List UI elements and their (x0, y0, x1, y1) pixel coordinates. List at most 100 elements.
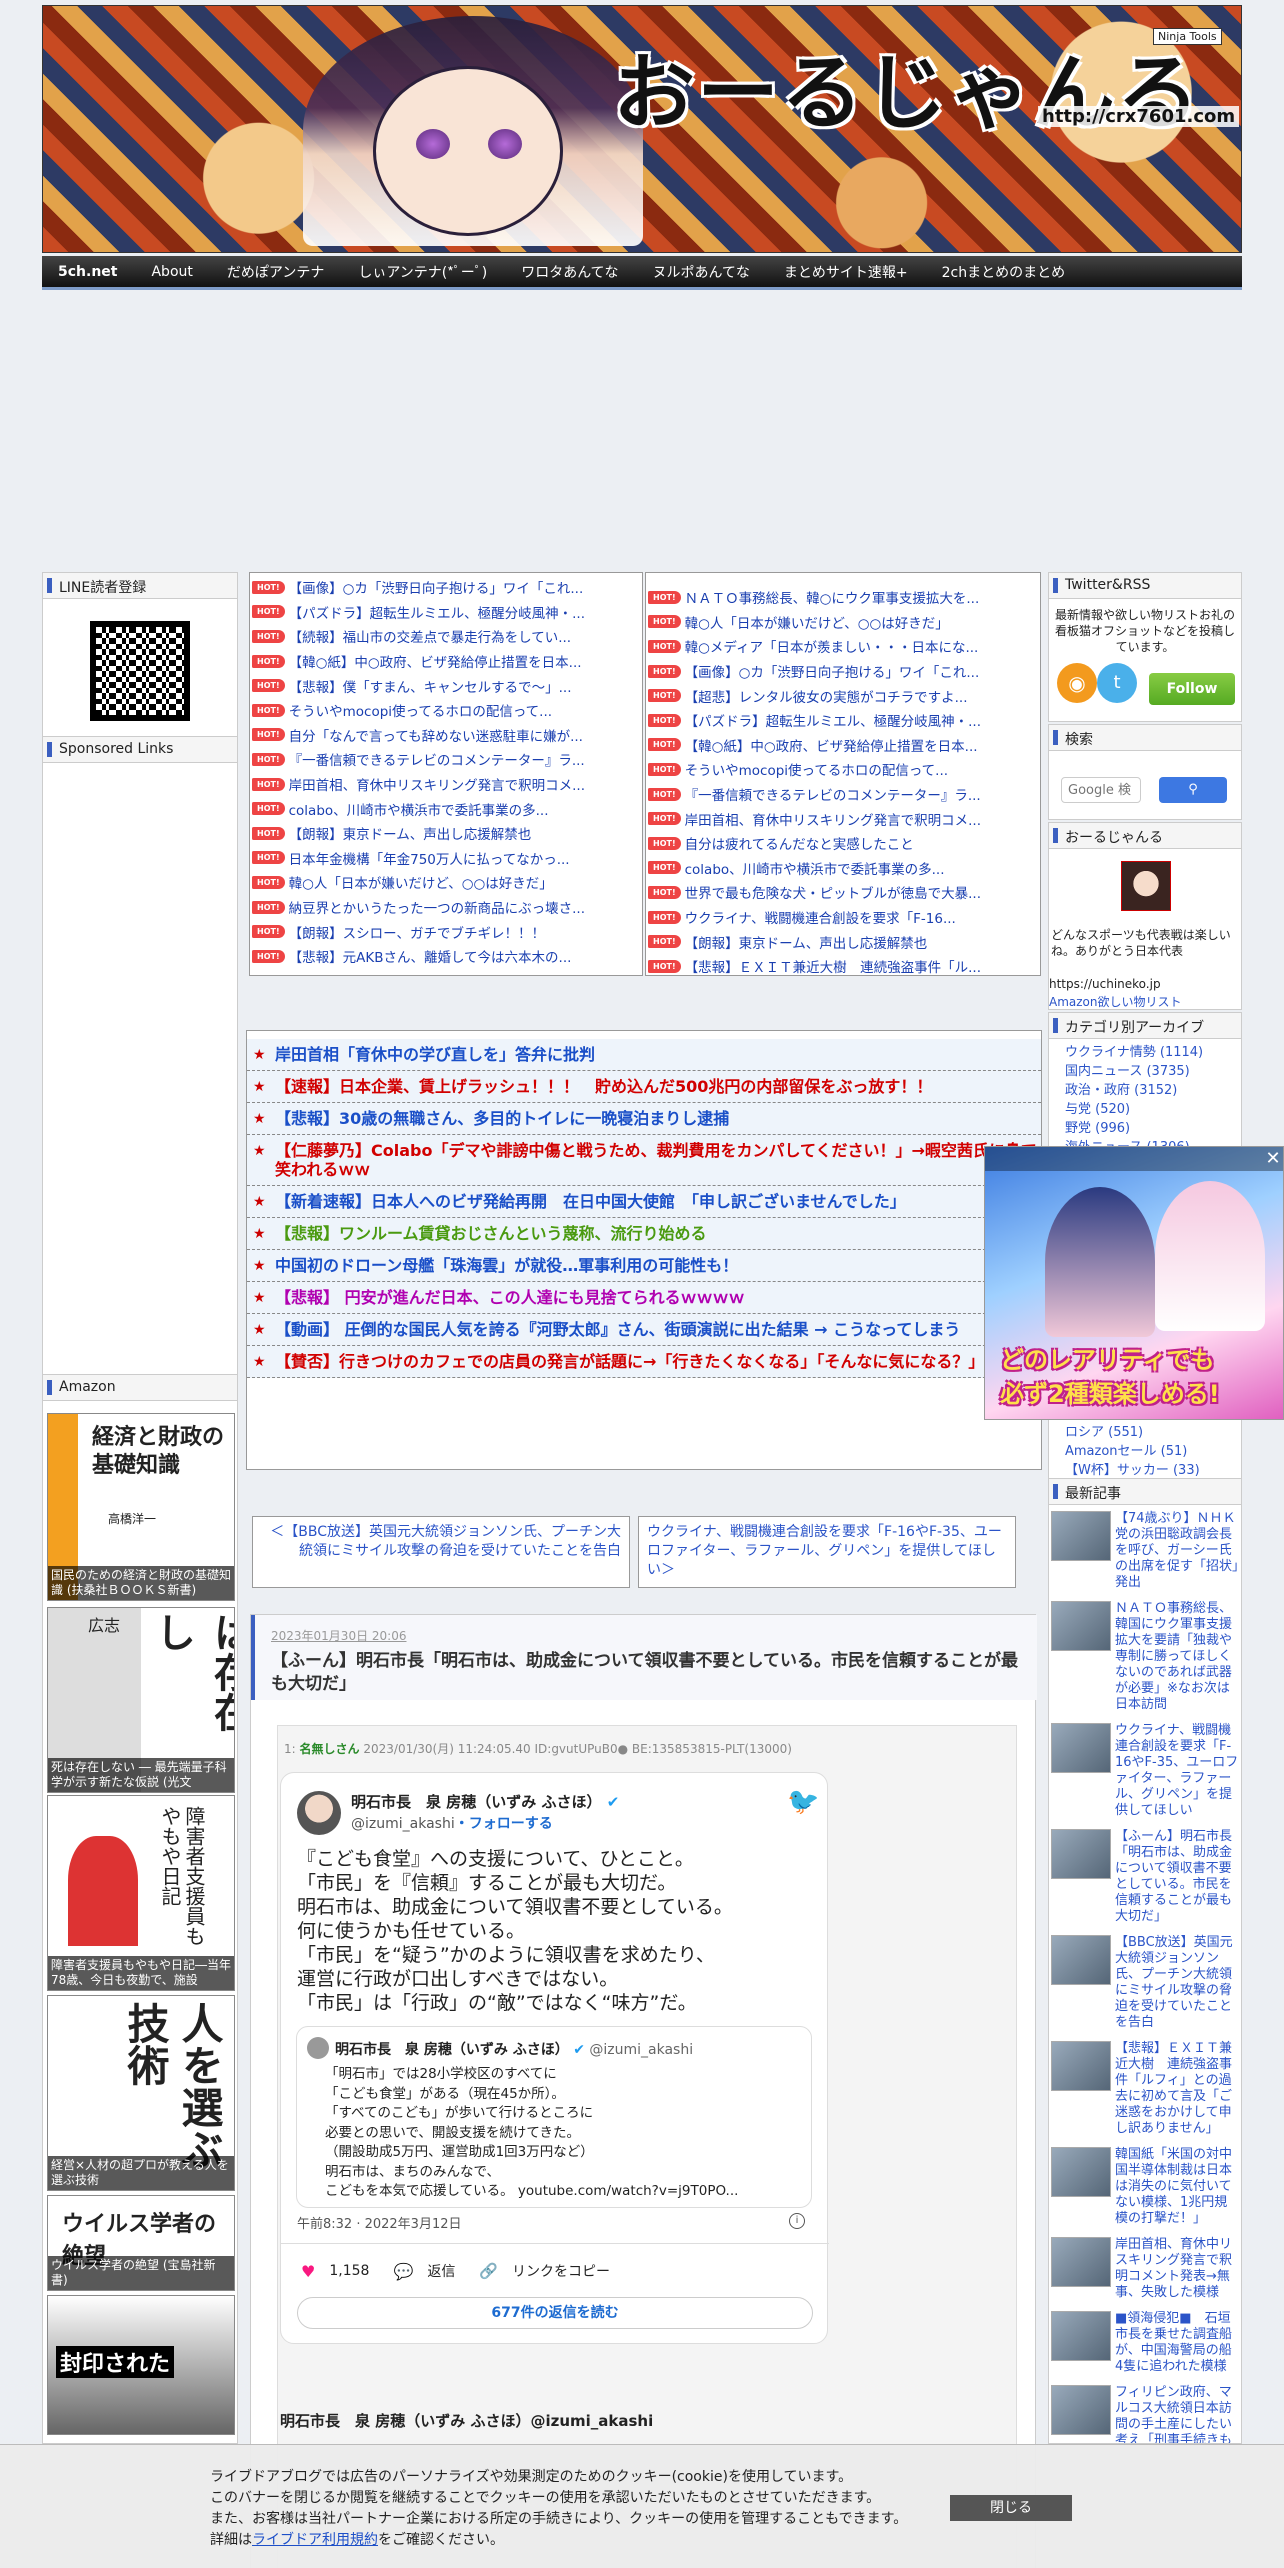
hot-list-item[interactable]: HOT! 【画像】○カ「渋野日向子抱ける」ワイ「これ... (250, 575, 642, 600)
hot-list-item[interactable]: HOT! 【パズドラ】超転生ルミエル、極醒分岐風神・... (646, 708, 1040, 733)
recent-post-item[interactable]: ＮＡＴＯ事務総長、韓国にウク軍事支援拡大を要請「独裁や専制に勝ってほしくないので… (1051, 1601, 1239, 1713)
search-button[interactable]: ⚲ (1159, 777, 1227, 803)
hot-item-title[interactable]: 岸田首相、育休中リスキリング発言で釈明コメ... (685, 809, 981, 829)
nav-2ch-matome[interactable]: 2chまとめのまとめ (942, 262, 1065, 282)
hot-item-title[interactable]: ウクライナ、戦闘機連合創設を要求「F-16... (685, 907, 956, 927)
hot-list-item[interactable]: HOT! 自分は疲れてるんだなと実感したこと (646, 831, 1040, 856)
hot-item-title[interactable]: 【悲報】僕「すまん、キャンセルするで～」... (289, 676, 572, 696)
featured-link[interactable]: 【仁藤夢乃】Colabo「デマや誹謗中傷と戦うため、裁判費用をカンパしてください… (247, 1135, 1041, 1186)
hot-item-title[interactable]: 【韓○紙】中○政府、ビザ発給停止措置を日本... (289, 651, 582, 671)
recent-post-title[interactable]: 韓国紙「米国の対中国半導体制裁は日本は消失のに気付いてない模様、1兆円規模の打撃… (1115, 2147, 1239, 2227)
follow-link[interactable]: ・フォローする (455, 1816, 553, 1832)
hot-item-title[interactable]: 【パズドラ】超転生ルミエル、極醒分岐風神・... (289, 602, 585, 622)
profile-url[interactable]: https://uchineko.jp (1049, 977, 1161, 991)
read-replies-button[interactable]: 677件の返信を読む (297, 2297, 813, 2329)
search-input[interactable] (1061, 777, 1141, 803)
hot-list-item[interactable]: HOT! ウクライナ、戦闘機連合創設を要求「F-16... (646, 905, 1040, 930)
hot-list-item[interactable]: HOT! 【悲報】僕「すまん、キャンセルするで～」... (250, 673, 642, 698)
category-link[interactable]: 政治・政府 (3152) (1065, 1081, 1241, 1100)
hot-list-item[interactable]: HOT! 岸田首相、育休中リスキリング発言で釈明コメ... (250, 772, 642, 797)
recent-post-item[interactable]: ■領海侵犯■ 石垣市長を乗せた調査船が、中国海警局の船4隻に追われた模様 (1051, 2311, 1239, 2375)
recent-post-title[interactable]: 【74歳ぶり】ＮＨＫ党の浜田聡政調会長を呼び、ガーシー氏の出席を促す「招状」発出 (1115, 1511, 1239, 1591)
hot-item-title[interactable]: 【朗報】東京ドーム、声出し応援解禁也 (289, 823, 532, 843)
tweet-avatar[interactable] (297, 1791, 341, 1835)
recent-post-title[interactable]: 【BBC放送】英国元大統領ジョンソン氏、プーチン大統領にミサイル攻撃の脅迫を受け… (1115, 1935, 1239, 2031)
recent-post-item[interactable]: 【ふーん】明石市長「明石市は、助成金について領収書不要としている。市民を信頼する… (1051, 1829, 1239, 1925)
featured-link[interactable]: 岸田首相「育休中の学び直しを」答弁に批判 (247, 1039, 1041, 1071)
recent-post-item[interactable]: 【74歳ぶり】ＮＨＫ党の浜田聡政調会長を呼び、ガーシー氏の出席を促す「招状」発出 (1051, 1511, 1239, 1591)
recent-post-title[interactable]: 【悲報】ＥＸＩＴ兼近大樹 連続強盗事件「ルフィ」との過去に初めて言及「ご迷惑をお… (1115, 2041, 1239, 2137)
recent-post-thumbnail[interactable] (1051, 1935, 1111, 1985)
rss-icon[interactable]: ◉ (1057, 663, 1097, 703)
hot-item-title[interactable]: 【超悲】レンタル彼女の実態がコチラですよ... (685, 686, 968, 706)
reply-label[interactable]: 返信 (427, 2261, 455, 2281)
ninja-tools-badge[interactable]: Ninja Tools (1153, 28, 1222, 45)
hot-item-title[interactable]: colabo、川崎市や横浜市で委託事業の多... (685, 858, 945, 878)
hot-item-title[interactable]: 【パズドラ】超転生ルミエル、極醒分岐風神・... (685, 710, 981, 730)
nav-damepo[interactable]: だめぽアンテナ (227, 262, 324, 282)
hot-list-item[interactable]: HOT! colabo、川崎市や横浜市で委託事業の多... (646, 856, 1040, 881)
featured-link[interactable]: 【賛否】行きつけのカフェでの店員の発言が話題に→「行きたくなくなる」「そんなに気… (247, 1346, 1041, 1378)
recent-post-thumbnail[interactable] (1051, 2385, 1111, 2435)
hot-list-item[interactable]: HOT! 韓○人「日本が嫌いだけど、○○は好きだ」 (250, 870, 642, 895)
featured-link[interactable]: 【悲報】ワンルーム賃貸おじさんという蔑称、流行り始める (247, 1218, 1041, 1250)
hot-item-title[interactable]: 韓○人「日本が嫌いだけど、○○は好きだ」 (685, 612, 949, 632)
book-item[interactable]: 封印された (47, 2295, 235, 2435)
hot-list-item[interactable]: HOT! 【朗報】東京ドーム、声出し応援解禁也 (250, 821, 642, 846)
follow-button[interactable]: Follow (1149, 673, 1235, 705)
recent-post-title[interactable]: ■領海侵犯■ 石垣市長を乗せた調査船が、中国海警局の船4隻に追われた模様 (1115, 2311, 1239, 2375)
hot-item-title[interactable]: 自分「なんで言っても辞めない迷惑駐車に嫌が... (289, 725, 583, 745)
nav-shii[interactable]: しぃアンテナ(*ﾟーﾟ) (358, 262, 487, 282)
hot-item-title[interactable]: 『一番信頼できるテレビのコメンテーター』ラ... (685, 784, 981, 804)
hot-item-title[interactable]: 【続報】福山市の交差点で暴走行為をしてい... (289, 626, 571, 646)
book-item[interactable]: ウイルス学者の絶望 ウイルス学者の絶望 (宝島社新書) (47, 2195, 235, 2291)
recent-post-item[interactable]: 【BBC放送】英国元大統領ジョンソン氏、プーチン大統領にミサイル攻撃の脅迫を受け… (1051, 1935, 1239, 2031)
recent-post-title[interactable]: 【ふーん】明石市長「明石市は、助成金について領収書不要としている。市民を信頼する… (1115, 1829, 1239, 1925)
hot-list-item[interactable]: HOT! 【朗報】東京ドーム、声出し応援解禁也 (646, 929, 1040, 954)
hot-list-item[interactable]: HOT! 【パズドラ】超転生ルミエル、極醒分岐風神・... (250, 600, 642, 625)
recent-post-thumbnail[interactable] (1051, 2147, 1111, 2197)
featured-link[interactable]: 【悲報】30歳の無職さん、多目的トイレに一晩寝泊まりし逮捕 (247, 1103, 1041, 1135)
hot-list-item[interactable]: HOT! ＮＡＴＯ事務総長、韓○にウク軍事支援拡大を... (646, 585, 1040, 610)
article-title[interactable]: 【ふーん】明石市長「明石市は、助成金について領収書不要としている。市民を信頼する… (271, 1650, 1021, 1696)
line-qr-code[interactable] (90, 621, 190, 721)
recent-post-thumbnail[interactable] (1051, 2237, 1111, 2287)
hot-item-title[interactable]: 【朗報】スシロー、ガチでブチギレ！！！ (289, 922, 545, 942)
hot-list-item[interactable]: HOT! 納豆界とかいうたった一つの新商品にぶっ壊さ... (250, 895, 642, 920)
hot-list-item[interactable]: HOT! 【韓○紙】中○政府、ビザ発給停止措置を日本... (250, 649, 642, 674)
hot-item-title[interactable]: 岸田首相、育休中リスキリング発言で釈明コメ... (289, 774, 585, 794)
recent-post-item[interactable]: フィリピン政府、マルコス大統領日本訪問の手土産にしたい考え「刑事手続きも出来る」 (1051, 2385, 1239, 2443)
hot-list-item[interactable]: HOT! 韓○人「日本が嫌いだけど、○○は好きだ」 (646, 610, 1040, 635)
reply-icon[interactable]: 💬 (393, 2262, 413, 2281)
category-link[interactable]: 与党 (520) (1065, 1100, 1241, 1119)
hot-item-title[interactable]: 【悲報】元AKBさん、離婚して今は六本木の... (289, 946, 572, 966)
recent-post-title[interactable]: ウクライナ、戦闘機連合創設を要求「F-16やF-35、ユーロファイター、ラファー… (1115, 1723, 1239, 1819)
overlay-ad[interactable]: ✕ どのレアリティでも 必ず2種類楽しめる! (984, 1146, 1284, 1420)
recent-post-thumbnail[interactable] (1051, 2041, 1111, 2091)
featured-link[interactable]: 中国初のドローン母艦「珠海雲」が就役…軍事利用の可能性も！ (247, 1250, 1041, 1282)
hot-item-title[interactable]: 【悲報】ＥＸＩＴ兼近大樹 連続強盗事件「ル... (685, 956, 981, 975)
category-link[interactable]: Amazonセール (51) (1065, 1442, 1200, 1461)
recent-post-item[interactable]: 【悲報】ＥＸＩＴ兼近大樹 連続強盗事件「ルフィ」との過去に初めて言及「ご迷惑をお… (1051, 2041, 1239, 2137)
info-icon[interactable]: i (789, 2213, 805, 2229)
hot-list-item[interactable]: HOT! 『一番信頼できるテレビのコメンテーター』ラ... (646, 782, 1040, 807)
recent-post-thumbnail[interactable] (1051, 1511, 1111, 1561)
hot-list-item[interactable]: HOT! 【悲報】ＥＸＩＴ兼近大樹 連続強盗事件「ル... (646, 954, 1040, 975)
hot-list-item[interactable]: HOT! colabo、川崎市や横浜市で委託事業の多... (250, 796, 642, 821)
hot-list-item[interactable]: HOT! 【続報】福山市の交差点で暴走行為をしてい... (250, 624, 642, 649)
link-icon[interactable]: 🔗 (479, 2262, 498, 2280)
hot-list-item[interactable]: HOT! 【悲報】元AKBさん、離婚して今は六本木の... (250, 944, 642, 969)
recent-post-title[interactable]: フィリピン政府、マルコス大統領日本訪問の手土産にしたい考え「刑事手続きも出来る」 (1115, 2385, 1239, 2443)
featured-link[interactable]: 【悲報】 円安が進んだ日本、この人達にも見捨てられるｗｗｗｗ (247, 1282, 1041, 1314)
hot-item-title[interactable]: 自分は疲れてるんだなと実感したこと (685, 833, 914, 853)
hot-item-title[interactable]: ＮＡＴＯ事務総長、韓○にウク軍事支援拡大を... (685, 587, 980, 607)
hot-list-item[interactable]: HOT! 自分「なんで言っても辞めない迷惑駐車に嫌が... (250, 723, 642, 748)
hot-item-title[interactable]: 日本年金機構「年金750万人に払ってなかっ... (289, 848, 570, 868)
category-link[interactable]: ロシア (551) (1065, 1423, 1200, 1442)
book-item[interactable]: 人を選ぶ技術 経営×人材の超プロが教える人を選ぶ技術 (47, 1995, 235, 2191)
heart-icon[interactable]: ♥ (301, 2262, 315, 2281)
category-link[interactable]: 国内ニュース (3735) (1065, 1062, 1241, 1081)
hot-item-title[interactable]: 韓○人「日本が嫌いだけど、○○は好きだ」 (289, 872, 553, 892)
recent-post-item[interactable]: 韓国紙「米国の対中国半導体制裁は日本は消失のに気付いてない模様、1兆円規模の打撃… (1051, 2147, 1239, 2227)
recent-post-thumbnail[interactable] (1051, 1829, 1111, 1879)
